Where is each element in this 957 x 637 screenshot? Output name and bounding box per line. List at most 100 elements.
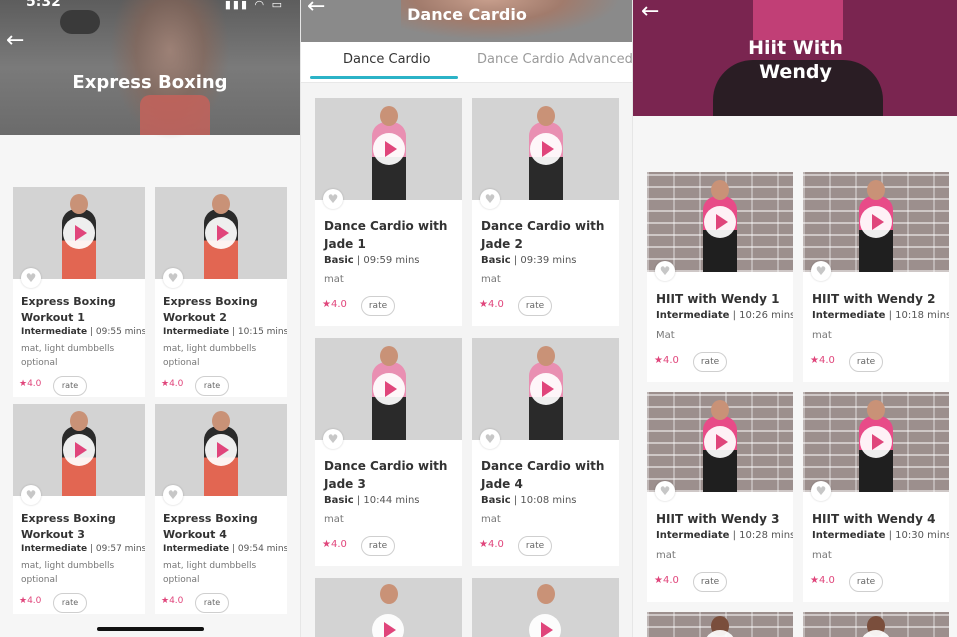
play-icon[interactable] (704, 426, 736, 458)
workout-thumbnail[interactable] (647, 172, 793, 272)
play-icon[interactable] (530, 373, 562, 405)
play-icon[interactable] (860, 630, 892, 637)
workout-info: Intermediate | 10:15 mins (163, 327, 287, 337)
page-title: Dance Cardio (407, 5, 527, 24)
header-figure-top (753, 0, 843, 40)
workout-thumbnail[interactable] (155, 404, 287, 496)
favorite-heart-icon[interactable]: ♥ (323, 429, 343, 449)
instructor-head (212, 194, 230, 214)
header-image: ← Dance Cardio (301, 0, 633, 42)
rate-button[interactable]: rate (518, 536, 552, 556)
workout-title-line-1: Dance Cardio with (324, 219, 448, 233)
favorite-heart-icon[interactable]: ♥ (163, 485, 183, 505)
play-icon[interactable] (704, 206, 736, 238)
workout-thumbnail[interactable] (803, 172, 949, 272)
star-rating: ★4.0 (161, 379, 184, 389)
workout-thumbnail[interactable] (13, 187, 145, 279)
favorite-heart-icon[interactable]: ♥ (21, 268, 41, 288)
back-arrow-icon[interactable]: ← (6, 30, 24, 52)
workout-card[interactable] (315, 578, 462, 637)
page-title: Express Boxing (72, 72, 228, 93)
workout-thumbnail[interactable] (155, 187, 287, 279)
workout-thumbnail[interactable] (315, 578, 462, 637)
workout-card[interactable]: ♥ HIIT with Wendy 2 Intermediate | 10:18 m… (803, 172, 949, 382)
favorite-heart-icon[interactable]: ♥ (480, 429, 500, 449)
header-image: 5:32 ▮▮▮ ◠ ▭ ← Express Boxing (0, 0, 300, 140)
favorite-heart-icon[interactable]: ♥ (163, 268, 183, 288)
rate-button[interactable]: rate (53, 593, 87, 613)
star-rating: ★4.0 (322, 539, 347, 550)
rate-button[interactable]: rate (195, 593, 229, 613)
favorite-heart-icon[interactable]: ♥ (480, 189, 500, 209)
favorite-heart-icon[interactable]: ♥ (655, 261, 675, 281)
workout-thumbnail[interactable] (315, 98, 462, 200)
play-icon[interactable] (205, 434, 237, 466)
workout-thumbnail[interactable] (472, 338, 619, 440)
favorite-heart-icon[interactable]: ♥ (655, 481, 675, 501)
play-icon[interactable] (704, 630, 736, 637)
play-icon[interactable] (530, 133, 562, 165)
play-icon[interactable] (63, 434, 95, 466)
workout-thumbnail[interactable] (315, 338, 462, 440)
play-icon[interactable] (372, 614, 404, 637)
instructor-head (379, 106, 398, 126)
workout-card[interactable]: ♥ Dance Cardio with Jade 4 Basic | 10:08 mi… (472, 338, 619, 566)
play-icon[interactable] (63, 217, 95, 249)
workout-card[interactable]: ♥ Express Boxing Workout 4 Intermediate | 0… (155, 404, 287, 614)
favorite-heart-icon[interactable]: ♥ (811, 261, 831, 281)
workout-card[interactable]: ♥ HIIT with Wendy 3 Intermediate | 10:28 m… (647, 392, 793, 602)
back-arrow-icon[interactable]: ← (641, 1, 659, 23)
workout-thumbnail[interactable] (647, 612, 793, 637)
workout-card[interactable] (472, 578, 619, 637)
workout-card[interactable]: ♥ Dance Cardio with Jade 2 Basic | 09:39 mi… (472, 98, 619, 326)
play-icon[interactable] (860, 426, 892, 458)
rate-button[interactable]: rate (361, 296, 395, 316)
workout-duration: | 10:18 mins (888, 310, 949, 321)
rate-button[interactable]: rate (518, 296, 552, 316)
difficulty-level: Intermediate (812, 310, 886, 321)
workout-card[interactable]: ♥ Express Boxing Workout 2 Intermediate | 1… (155, 187, 287, 397)
workout-card[interactable]: ♥ Dance Cardio with Jade 1 Basic | 09:59 mi… (315, 98, 462, 326)
workout-title: HIIT with Wendy 2 (812, 292, 936, 306)
workout-card[interactable]: ♥ HIIT with Wendy 1 Intermediate | 10:26 m… (647, 172, 793, 382)
workout-title-line-2: Jade 4 (481, 477, 523, 491)
rate-button[interactable]: rate (53, 376, 87, 396)
favorite-heart-icon[interactable]: ♥ (811, 481, 831, 501)
rate-button[interactable]: rate (361, 536, 395, 556)
workout-card[interactable] (647, 612, 793, 637)
workout-thumbnail[interactable] (13, 404, 145, 496)
instructor-head (711, 400, 729, 420)
rate-button[interactable]: rate (693, 352, 727, 372)
favorite-heart-icon[interactable]: ♥ (21, 485, 41, 505)
equipment-line-1: mat, light dumbbells (21, 561, 115, 571)
play-icon[interactable] (860, 206, 892, 238)
star-rating: ★4.0 (161, 596, 184, 606)
workout-duration: | 09:55 mins (89, 327, 145, 337)
workout-card[interactable]: ♥ Express Boxing Workout 1 Intermediate | 0… (13, 187, 145, 397)
difficulty-level: Basic (324, 495, 354, 506)
tab-dance-cardio[interactable]: Dance Cardio (343, 52, 430, 67)
workout-card[interactable]: ♥ HIIT with Wendy 4 Intermediate | 10:30 m… (803, 392, 949, 602)
workout-thumbnail[interactable] (472, 98, 619, 200)
play-icon[interactable] (373, 133, 405, 165)
workout-card[interactable]: ♥ Dance Cardio with Jade 3 Basic | 10:44 mi… (315, 338, 462, 566)
rate-button[interactable]: rate (693, 572, 727, 592)
workout-card[interactable]: ♥ Express Boxing Workout 3 Intermediate | 0… (13, 404, 145, 614)
workout-thumbnail[interactable] (803, 392, 949, 492)
tab-dance-cardio-advanced[interactable]: Dance Cardio Advanced (477, 52, 633, 67)
play-icon[interactable] (205, 217, 237, 249)
instructor-head (379, 584, 398, 604)
workout-thumbnail[interactable] (472, 578, 619, 637)
play-icon[interactable] (373, 373, 405, 405)
favorite-heart-icon[interactable]: ♥ (323, 189, 343, 209)
rate-button[interactable]: rate (849, 572, 883, 592)
workout-thumbnail[interactable] (803, 612, 949, 637)
workout-card[interactable] (803, 612, 949, 637)
rate-button[interactable]: rate (849, 352, 883, 372)
rate-button[interactable]: rate (195, 376, 229, 396)
workout-title-line-2: Jade 2 (481, 237, 523, 251)
home-indicator[interactable] (97, 627, 204, 631)
play-icon[interactable] (529, 614, 561, 637)
workout-thumbnail[interactable] (647, 392, 793, 492)
equipment: mat (324, 274, 344, 285)
